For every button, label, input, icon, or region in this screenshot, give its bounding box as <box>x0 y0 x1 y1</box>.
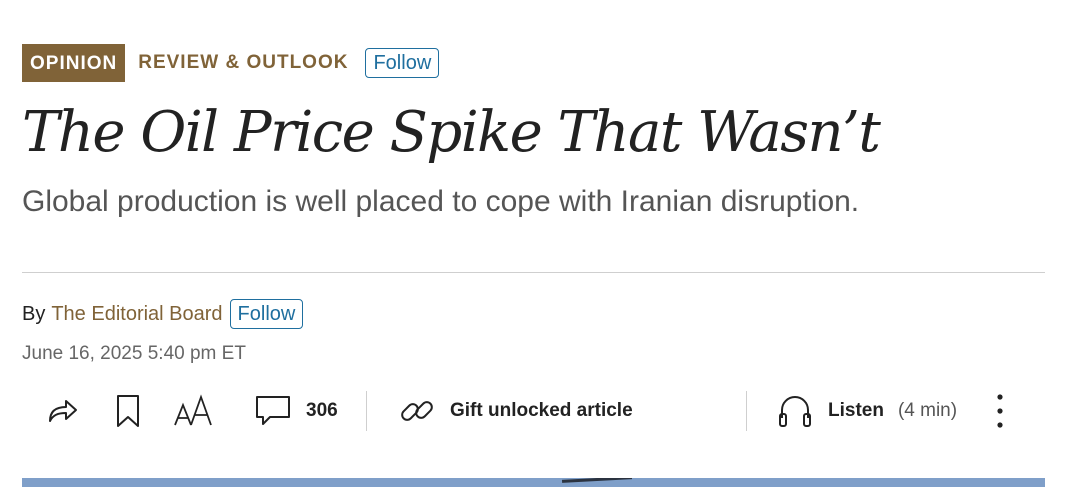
comments-button[interactable]: 306 <box>254 385 338 437</box>
hero-image <box>22 478 1045 487</box>
article-toolbar: 306 Gift unlocked article Listen (4 min) <box>22 385 1045 437</box>
headphones-icon <box>779 396 811 427</box>
comment-count: 306 <box>306 400 338 421</box>
toolbar-divider <box>366 391 367 431</box>
byline: By The Editorial Board Follow <box>22 299 304 329</box>
listen-button[interactable]: Listen (4 min) <box>776 385 957 437</box>
author-link[interactable]: The Editorial Board <box>51 303 222 326</box>
gift-article-button[interactable]: Gift unlocked article <box>398 385 633 437</box>
gift-article-label: Gift unlocked article <box>450 400 633 421</box>
share-button[interactable] <box>44 385 80 437</box>
more-vertical-icon <box>997 394 1003 428</box>
bookmark-icon <box>117 395 139 427</box>
article-dek: Global production is well placed to cope… <box>22 185 860 218</box>
share-arrow-icon <box>49 400 77 422</box>
bookmark-button[interactable] <box>114 385 142 437</box>
section-header: OPINION REVIEW & OUTLOOK Follow <box>22 44 440 82</box>
text-size-icon <box>174 394 212 426</box>
comment-bubble-icon <box>256 396 290 425</box>
follow-section-button[interactable]: Follow <box>365 48 440 78</box>
byline-prefix: By <box>22 302 46 325</box>
hero-image-detail <box>561 478 633 483</box>
article-headline: The Oil Price Spike That Wasn’t <box>22 100 881 165</box>
publish-timestamp: June 16, 2025 5:40 pm ET <box>22 343 246 364</box>
listen-label: Listen <box>828 400 884 421</box>
divider <box>22 272 1045 273</box>
link-icon <box>401 401 433 421</box>
section-badge[interactable]: OPINION <box>22 44 126 82</box>
toolbar-divider <box>746 391 747 431</box>
listen-duration: (4 min) <box>897 400 958 421</box>
more-options-button[interactable] <box>992 385 1008 437</box>
follow-author-button[interactable]: Follow <box>229 299 304 329</box>
section-name-link[interactable]: REVIEW & OUTLOOK <box>138 52 348 74</box>
text-size-button[interactable] <box>172 385 214 437</box>
